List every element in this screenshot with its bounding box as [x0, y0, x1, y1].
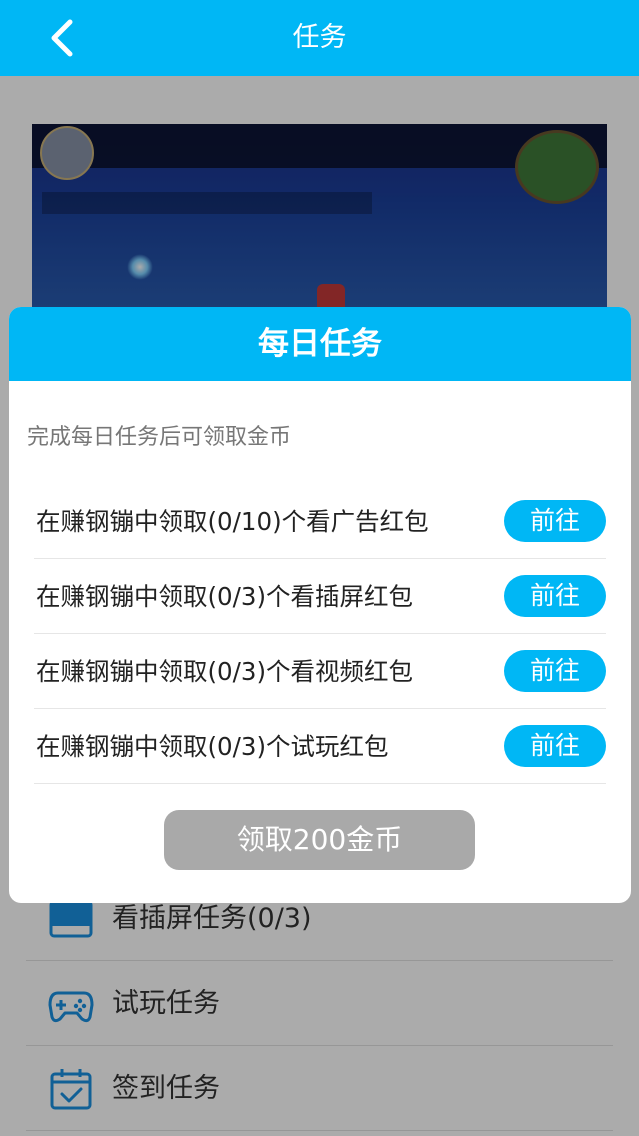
go-button[interactable]: 前往	[504, 725, 606, 767]
page-title: 任务	[292, 22, 347, 53]
dialog-header: 每日任务	[9, 307, 631, 381]
daily-task-dialog: 每日任务 完成每日任务后可领取金币 在赚钢镚中领取(0/10)个看广告红包 前往…	[9, 307, 631, 903]
navbar: 任务	[0, 0, 639, 76]
task-description: 在赚钢镚中领取(0/3)个看视频红包	[36, 657, 414, 686]
go-button[interactable]: 前往	[504, 650, 606, 692]
task-row: 在赚钢镚中领取(0/10)个看广告红包 前往	[34, 484, 606, 559]
task-description: 在赚钢镚中领取(0/3)个试玩红包	[36, 732, 389, 761]
go-button[interactable]: 前往	[504, 575, 606, 617]
dialog-title: 每日任务	[258, 326, 382, 362]
task-row: 在赚钢镚中领取(0/3)个看视频红包 前往	[34, 634, 606, 709]
task-description: 在赚钢镚中领取(0/3)个看插屏红包	[36, 582, 414, 611]
dialog-subtitle: 完成每日任务后可领取金币	[27, 425, 292, 450]
task-row: 在赚钢镚中领取(0/3)个试玩红包 前往	[34, 709, 606, 784]
go-button[interactable]: 前往	[504, 500, 606, 542]
task-description: 在赚钢镚中领取(0/10)个看广告红包	[36, 507, 429, 536]
claim-coins-button[interactable]: 领取200金币	[164, 810, 475, 870]
task-row: 在赚钢镚中领取(0/3)个看插屏红包 前往	[34, 559, 606, 634]
